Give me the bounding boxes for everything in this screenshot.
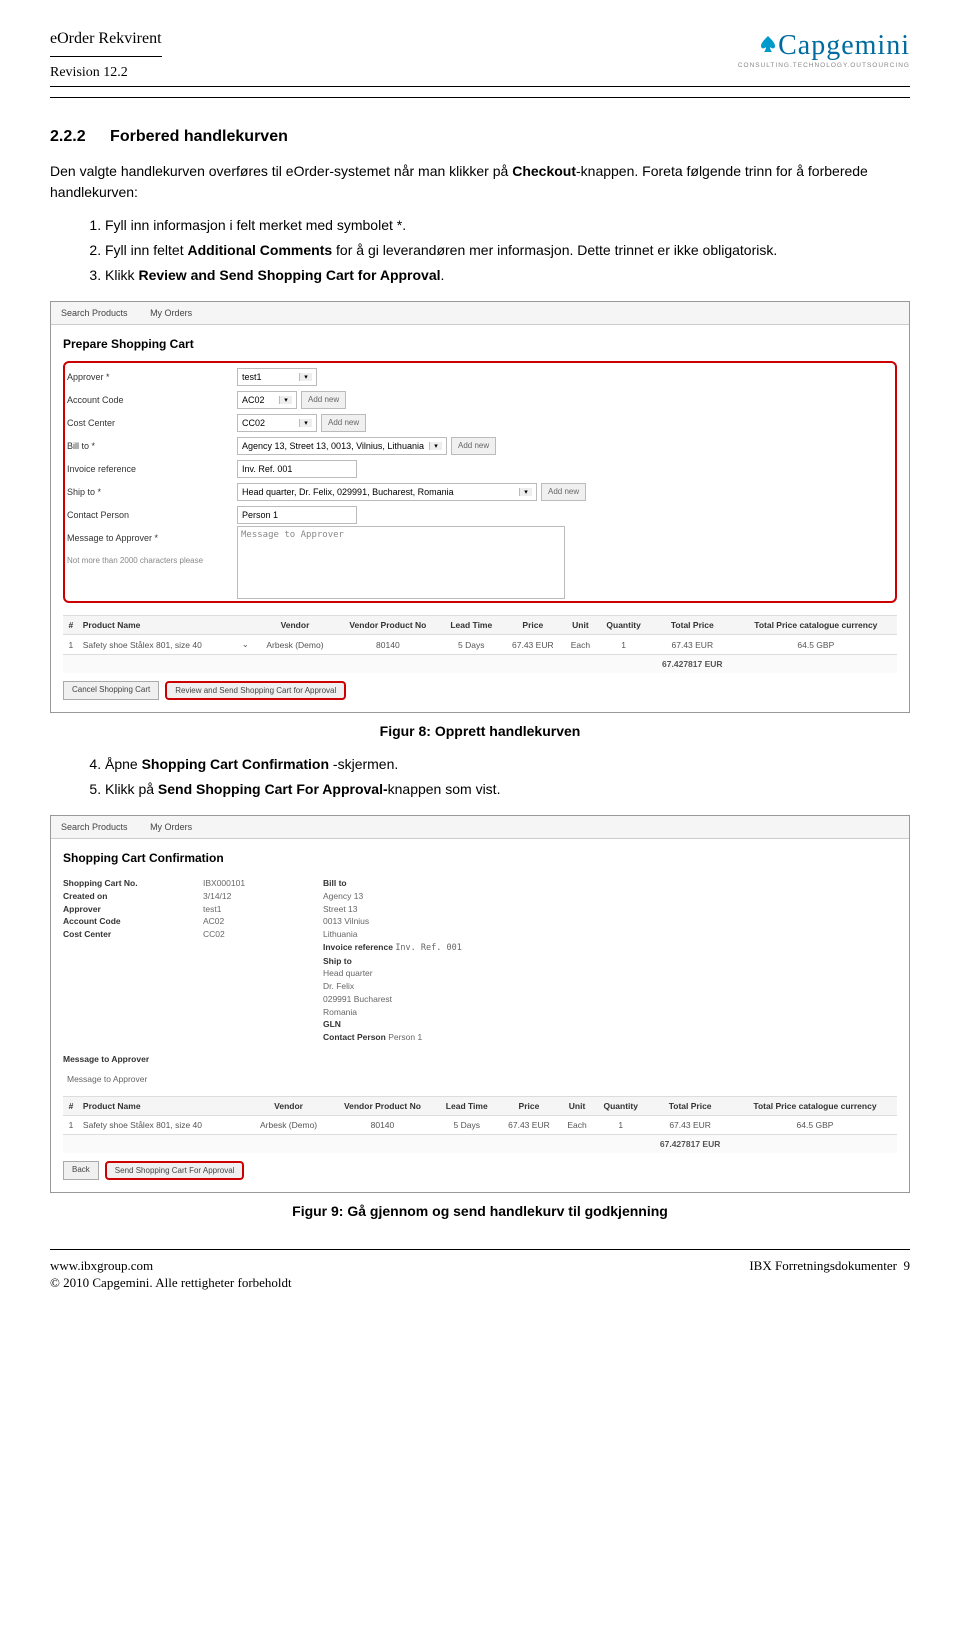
input-cost[interactable]: CC02▾: [237, 414, 317, 432]
footer-copyright: © 2010 Capgemini. Alle rettigheter forbe…: [50, 1275, 292, 1292]
doc-revision: Revision 12.2: [50, 56, 162, 81]
table-row: 1Safety shoe Stålex 801, size 40Arbesk (…: [63, 1115, 897, 1134]
footer-right: IBX Forretningsdokumenter 9: [749, 1258, 910, 1292]
label-invoice: Invoice reference: [67, 457, 237, 480]
label-approver: Approver *: [67, 365, 237, 388]
input-approver[interactable]: test1▾: [237, 368, 317, 386]
tab-search-2[interactable]: Search Products: [61, 822, 128, 832]
label-contact: Contact Person: [67, 503, 237, 526]
ss2-table: #Product NameVendorVendor Product NoLead…: [63, 1096, 897, 1153]
back-button[interactable]: Back: [63, 1161, 99, 1180]
input-contact[interactable]: Person 1: [237, 506, 357, 524]
steps-list-1: Fyll inn informasjon i felt merket med s…: [50, 215, 910, 286]
review-send-button[interactable]: Review and Send Shopping Cart for Approv…: [165, 681, 346, 700]
input-invoice[interactable]: Inv. Ref. 001: [237, 460, 357, 478]
intro-paragraph: Den valgte handlekurven overføres til eO…: [50, 161, 910, 203]
addnew-ship[interactable]: Add new: [541, 483, 586, 501]
ss1-table: #Product NameVendorVendor Product NoLead…: [63, 615, 897, 673]
ss2-title: Shopping Cart Confirmation: [63, 851, 897, 865]
figure-8-caption: Figur 8: Opprett handlekurven: [50, 723, 910, 739]
addnew-bill[interactable]: Add new: [451, 437, 496, 455]
label-cost: Cost Center: [67, 411, 237, 434]
label-bill: Bill to *: [67, 434, 237, 457]
doc-title: eOrder Rekvirent: [50, 30, 162, 48]
tab-orders[interactable]: My Orders: [150, 308, 192, 318]
tab-orders-2[interactable]: My Orders: [150, 822, 192, 832]
steps-list-2: Åpne Shopping Cart Confirmation -skjerme…: [50, 754, 910, 800]
ss1-title: Prepare Shopping Cart: [63, 337, 897, 351]
total-value-2: 67.427817 EUR: [647, 1134, 733, 1153]
label-msg-sub: Not more than 2000 characters please: [67, 549, 237, 572]
logo-subtitle: CONSULTING.TECHNOLOGY.OUTSOURCING: [738, 62, 910, 69]
footer-url: www.ibxgroup.com: [50, 1258, 292, 1275]
input-ship[interactable]: Head quarter, Dr. Felix, 029991, Buchare…: [237, 483, 537, 501]
figure-9-caption: Figur 9: Gå gjennom og send handlekurv t…: [50, 1203, 910, 1219]
send-approval-button[interactable]: Send Shopping Cart For Approval: [105, 1161, 245, 1180]
input-bill[interactable]: Agency 13, Street 13, 0013, Vilnius, Lit…: [237, 437, 447, 455]
label-ship: Ship to *: [67, 480, 237, 503]
addnew-cost[interactable]: Add new: [321, 414, 366, 432]
section-number: 2.2.2: [50, 128, 86, 145]
addnew-account[interactable]: Add new: [301, 391, 346, 409]
tab-search[interactable]: Search Products: [61, 308, 128, 318]
input-message[interactable]: Message to Approver: [237, 526, 565, 599]
label-account: Account Code: [67, 388, 237, 411]
logo: Capgemini CONSULTING.TECHNOLOGY.OUTSOURC…: [738, 30, 910, 69]
figure-8-screenshot: Search Products My Orders Prepare Shoppi…: [50, 301, 910, 713]
table-row: 1Safety shoe Stålex 801, size 40⌄Arbesk …: [63, 635, 897, 655]
cancel-cart-button[interactable]: Cancel Shopping Cart: [63, 681, 159, 700]
total-value: 67.427817 EUR: [650, 655, 735, 674]
input-account[interactable]: AC02▾: [237, 391, 297, 409]
label-msg: Message to Approver *: [67, 526, 237, 549]
figure-9-screenshot: Search Products My Orders Shopping Cart …: [50, 815, 910, 1193]
logo-text: Capgemini: [778, 30, 910, 62]
spade-icon: [758, 34, 778, 59]
section-heading: Forbered handlekurven: [110, 128, 288, 145]
